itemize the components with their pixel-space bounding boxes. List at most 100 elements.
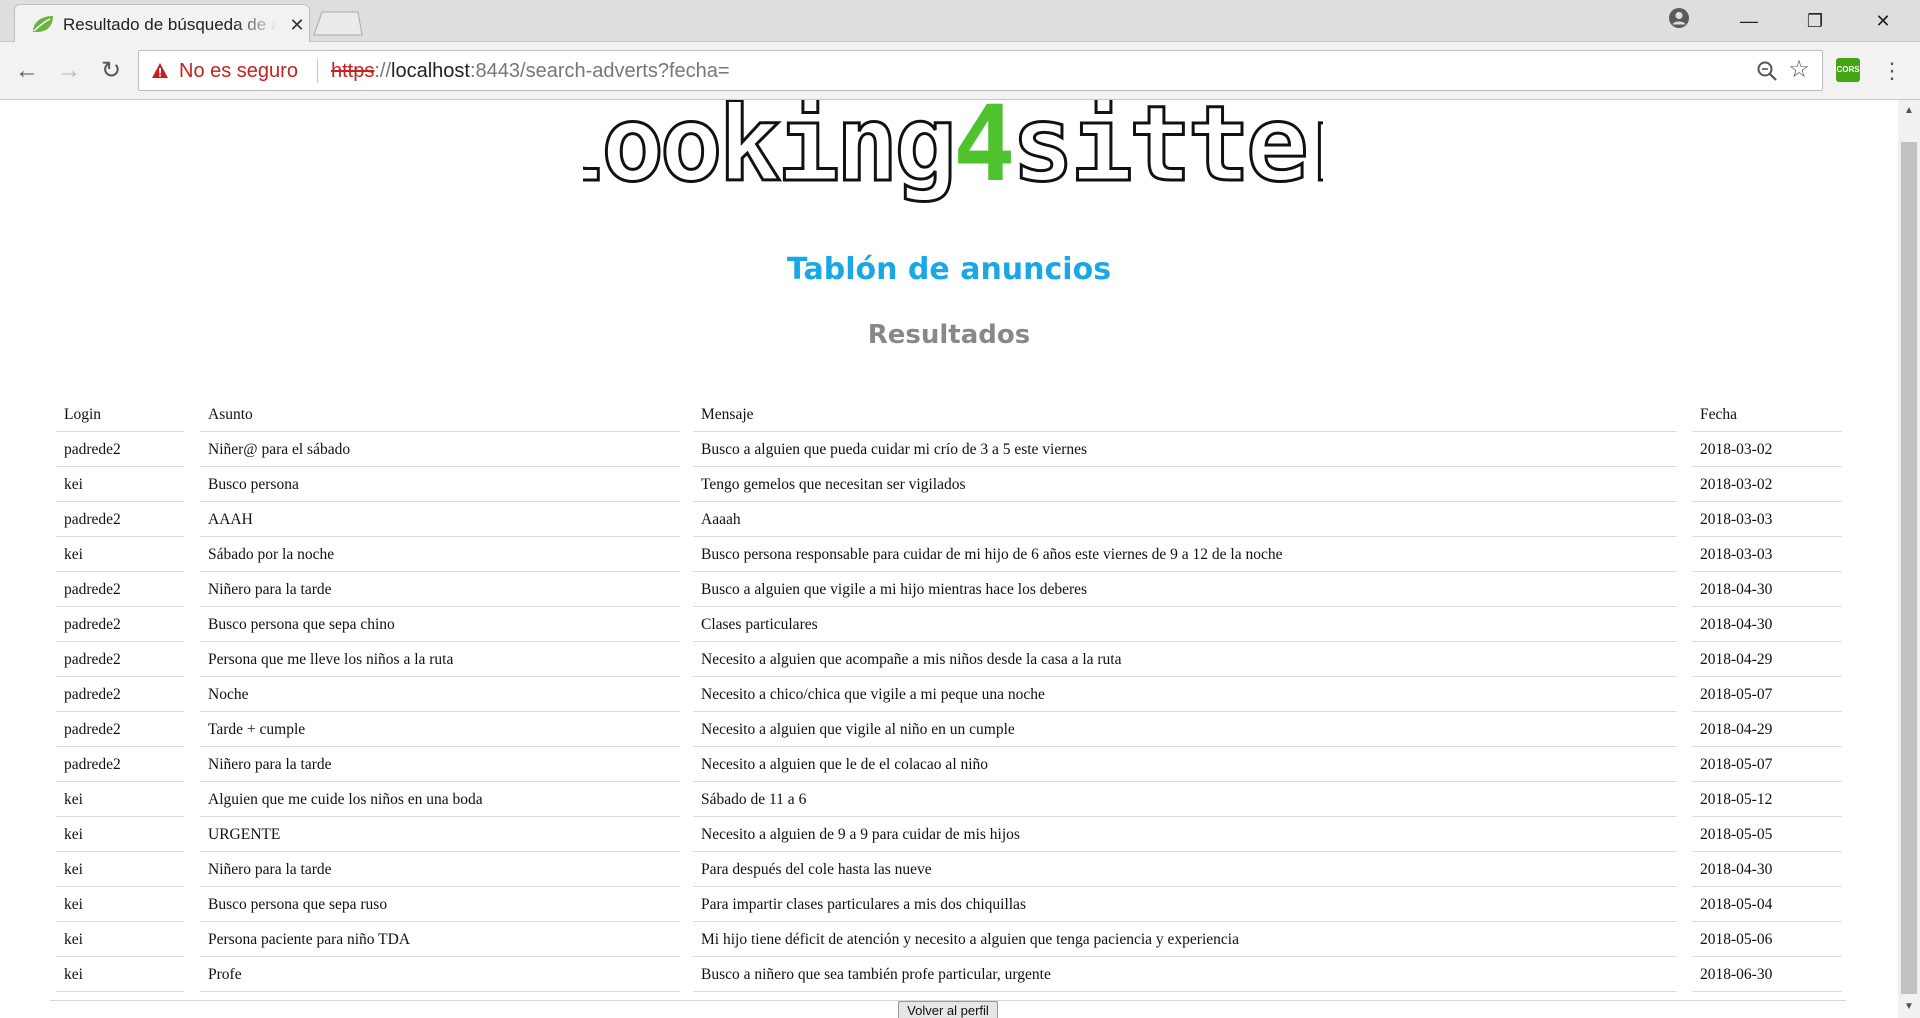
cell-login: kei	[56, 922, 184, 957]
browser-tab[interactable]: Resultado de búsqueda de anuncios ✕	[14, 4, 310, 43]
vertical-scrollbar[interactable]: ▲ ▼	[1898, 100, 1920, 1018]
cell-mensaje: Necesito a chico/chica que vigile a mi p…	[693, 677, 1677, 712]
cell-asunto: Niñero para la tarde	[200, 747, 680, 782]
cell-fecha: 2018-05-04	[1692, 887, 1842, 922]
cell-mensaje: Necesito a alguien de 9 a 9 para cuidar …	[693, 817, 1677, 852]
table-row: padrede2 Niñer@ para el sábado Busco a alg…	[50, 432, 1846, 467]
cell-fecha: 2018-03-03	[1692, 502, 1842, 537]
cell-fecha: 2018-03-02	[1692, 432, 1842, 467]
cell-asunto: Tarde + cumple	[200, 712, 680, 747]
cors-extension-icon[interactable]: CORS	[1836, 58, 1860, 82]
scrollbar-thumb[interactable]	[1901, 142, 1917, 994]
table-row: padrede2 Noche Necesito a chico/chica que …	[50, 677, 1846, 712]
url-text[interactable]: https://localhost:8443/search-adverts?fe…	[331, 60, 730, 83]
cell-fecha: 2018-04-30	[1692, 607, 1842, 642]
spring-leaf-icon	[33, 16, 53, 32]
table-row: kei Niñero para la tarde Para después del …	[50, 852, 1846, 887]
cell-login: padrede2	[56, 747, 184, 782]
table-header: Login Asunto Mensaje Fecha	[50, 396, 1846, 432]
cell-mensaje: Sábado de 11 a 6	[693, 782, 1677, 817]
table-row: kei Busco persona Tengo gemelos que necesi…	[50, 467, 1846, 502]
cell-asunto: Busco persona	[200, 467, 680, 502]
table-row: padrede2 AAAH Aaaah 2018-03-03	[50, 502, 1846, 537]
table-row: padrede2 Tarde + cumple Necesito a alguien…	[50, 712, 1846, 747]
menu-icon[interactable]: ⋮	[1880, 56, 1904, 86]
column-header-login: Login	[56, 396, 184, 432]
results-heading: Resultados	[867, 320, 1031, 350]
logo-text-after: sitter	[1012, 100, 1323, 205]
back-to-profile-button[interactable]: Volver al perfil	[898, 1001, 998, 1018]
cell-mensaje: Busco persona responsable para cuidar de…	[693, 537, 1677, 572]
column-header-mensaje: Mensaje	[693, 396, 1677, 432]
cell-login: padrede2	[56, 677, 184, 712]
cell-mensaje: Para después del cole hasta las nueve	[693, 852, 1677, 887]
cell-mensaje: Necesito a alguien que vigile al niño en…	[693, 712, 1677, 747]
cell-login: kei	[56, 817, 184, 852]
cell-mensaje: Mi hijo tiene déficit de atención y nece…	[693, 922, 1677, 957]
cell-login: kei	[56, 537, 184, 572]
page-title: Tablón de anuncios	[786, 252, 1112, 287]
cell-fecha: 2018-05-05	[1692, 817, 1842, 852]
cell-asunto: Busco persona que sepa ruso	[200, 887, 680, 922]
url-scheme: https	[331, 60, 375, 82]
browser-toolbar: ← → ↻ No es seguro https://localhost:844…	[0, 42, 1920, 100]
cell-fecha: 2018-05-07	[1692, 677, 1842, 712]
window-close-icon[interactable]: ✕	[1860, 6, 1906, 36]
cell-asunto: Profe	[200, 957, 680, 992]
cell-fecha: 2018-03-03	[1692, 537, 1842, 572]
table-row: padrede2 Persona que me lleve los niños a…	[50, 642, 1846, 677]
cell-fecha: 2018-04-30	[1692, 572, 1842, 607]
column-header-asunto: Asunto	[200, 396, 680, 432]
zoom-icon[interactable]	[1756, 60, 1778, 82]
cell-fecha: 2018-06-30	[1692, 957, 1842, 992]
reload-icon[interactable]: ↻	[96, 56, 126, 86]
security-label[interactable]: No es seguro	[179, 60, 298, 83]
table-row: padrede2 Niñero para la tarde Necesito a a…	[50, 747, 1846, 782]
cell-login: padrede2	[56, 572, 184, 607]
restore-icon[interactable]: ❐	[1792, 6, 1838, 36]
cell-fecha: 2018-05-06	[1692, 922, 1842, 957]
forward-icon[interactable]: →	[54, 56, 84, 86]
omnibox-separator	[317, 59, 318, 83]
cell-fecha: 2018-04-29	[1692, 642, 1842, 677]
cell-asunto: Niñer@ para el sábado	[200, 432, 680, 467]
url-path: :8443/search-adverts?fecha=	[469, 60, 730, 82]
cell-asunto: Noche	[200, 677, 680, 712]
tab-close-icon[interactable]: ✕	[287, 14, 307, 36]
table-row: kei Persona paciente para niño TDA Mi hijo…	[50, 922, 1846, 957]
minimize-icon[interactable]: —	[1726, 6, 1772, 36]
table-row: padrede2 Niñero para la tarde Busco a algu…	[50, 572, 1846, 607]
cell-mensaje: Para impartir clases particulares a mis …	[693, 887, 1677, 922]
svg-text:looking4sitter: looking4sitter	[583, 100, 1323, 205]
cell-fecha: 2018-05-07	[1692, 747, 1842, 782]
new-tab-button[interactable]	[312, 10, 364, 36]
cell-mensaje: Busco a alguien que pueda cuidar mi crío…	[693, 432, 1677, 467]
warning-icon	[152, 63, 168, 78]
scroll-down-icon[interactable]: ▼	[1898, 996, 1920, 1018]
cell-login: padrede2	[56, 607, 184, 642]
cell-asunto: Niñero para la tarde	[200, 852, 680, 887]
table-row: kei Profe Busco a niñero que sea también p…	[50, 957, 1846, 992]
table-row: kei Busco persona que sepa ruso Para impar…	[50, 887, 1846, 922]
cell-asunto: Busco persona que sepa chino	[200, 607, 680, 642]
address-bar[interactable]: No es seguro https://localhost:8443/sear…	[138, 50, 1823, 91]
cell-asunto: Sábado por la noche	[200, 537, 680, 572]
cell-login: padrede2	[56, 642, 184, 677]
cell-login: padrede2	[56, 712, 184, 747]
logo-text-before: looking	[583, 100, 953, 205]
cell-fecha: 2018-04-30	[1692, 852, 1842, 887]
cell-mensaje: Aaaah	[693, 502, 1677, 537]
url-host: localhost	[391, 60, 470, 82]
cell-asunto: URGENTE	[200, 817, 680, 852]
scroll-up-icon[interactable]: ▲	[1898, 100, 1920, 122]
star-icon[interactable]: ☆	[1786, 57, 1812, 83]
table-row: kei Sábado por la noche Busco persona resp…	[50, 537, 1846, 572]
cell-mensaje: Tengo gemelos que necesitan ser vigilado…	[693, 467, 1677, 502]
back-icon[interactable]: ←	[12, 56, 42, 86]
cell-login: padrede2	[56, 502, 184, 537]
cell-login: kei	[56, 852, 184, 887]
adverts-table: Login Asunto Mensaje Fecha padrede2 Niñer…	[50, 396, 1846, 992]
account-icon[interactable]	[1668, 7, 1690, 29]
cell-asunto: Niñero para la tarde	[200, 572, 680, 607]
cell-login: kei	[56, 957, 184, 992]
